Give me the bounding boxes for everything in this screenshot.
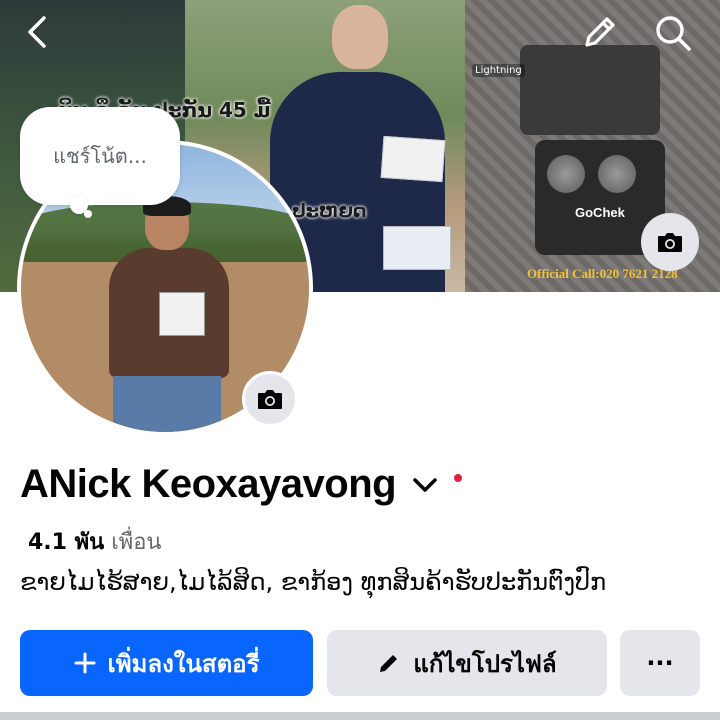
search-button[interactable]	[650, 10, 696, 56]
avatar-product-box	[159, 292, 205, 336]
cover-person-head	[332, 5, 388, 69]
product-panel	[520, 45, 660, 135]
more-options-button[interactable]: ···	[620, 630, 700, 696]
camera-icon	[258, 390, 282, 409]
profile-name-row[interactable]: ANick Keoxayavong	[20, 462, 463, 507]
cover-product-box-2	[383, 226, 451, 270]
search-icon	[656, 16, 691, 51]
back-icon	[28, 16, 46, 48]
edit-profile-button[interactable]: แก้ไขโปรไฟล์	[327, 630, 607, 696]
profile-name: ANick Keoxayavong	[20, 462, 397, 506]
profile-camera-button[interactable]	[242, 371, 298, 427]
cover-brand-label: GoChek	[575, 205, 625, 220]
profile-bio: ຂາຍໄມໄຮ້ສາຍ,ໄມໄລ້ສິດ, ຂາກ້ອງ ທຸກສິນຄ້າຮັ…	[20, 568, 607, 596]
add-to-story-button[interactable]: เพิ่มลงในสตอรี่	[20, 630, 313, 696]
edit-profile-label: แก้ไขโปรไฟล์	[413, 649, 557, 678]
avatar-person-pants	[113, 376, 221, 432]
cover-product-box	[380, 135, 446, 183]
back-button[interactable]	[18, 12, 58, 52]
cover-lightning-label: Lightning	[472, 64, 525, 77]
note-bubble-tail-small	[84, 210, 92, 218]
edit-pencil-icon	[585, 17, 615, 47]
notification-dot	[454, 473, 463, 482]
pencil-icon	[377, 651, 401, 675]
share-note-bubble[interactable]: แชร์โน้ต...	[20, 107, 180, 205]
mic-windscreen	[547, 155, 585, 193]
add-to-story-label: เพิ่มลงในสตอรี่	[107, 649, 260, 678]
plus-icon	[74, 652, 96, 674]
friends-label: เพื่อน	[111, 530, 162, 555]
section-divider	[0, 712, 720, 720]
friends-count: 4.1 พัน	[28, 530, 105, 555]
camera-icon	[658, 233, 682, 252]
more-options-label: ···	[646, 649, 674, 677]
mic-windscreen	[598, 155, 636, 193]
cover-official-call: Official Call:020 7621 2128	[527, 266, 678, 281]
note-placeholder: แชร์โน้ต...	[53, 144, 147, 168]
edit-cover-button[interactable]	[578, 10, 622, 54]
cover-camera-button[interactable]	[641, 213, 699, 271]
chevron-down-icon	[412, 470, 442, 500]
friends-count-link[interactable]: 4.1 พัน เพื่อน	[28, 524, 161, 559]
